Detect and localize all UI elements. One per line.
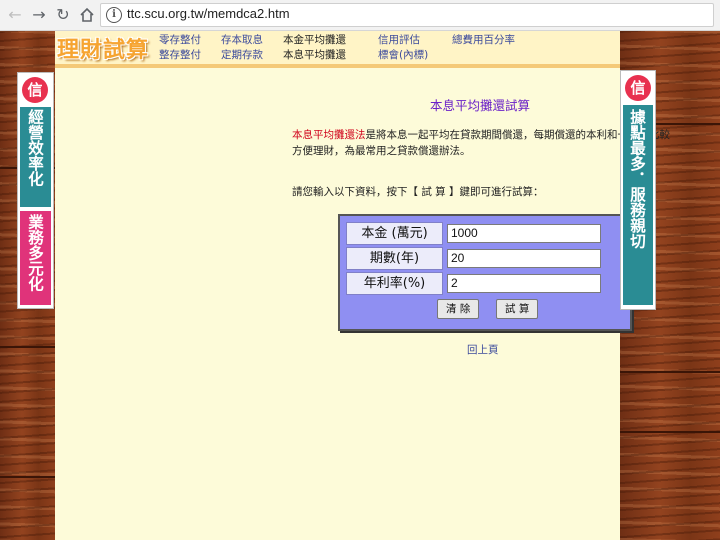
principal-label: 本金 (萬元) (346, 222, 443, 245)
site-logo[interactable]: 理財試算 (57, 32, 149, 64)
page-title: 本息平均攤還試算 (430, 98, 531, 113)
nav-link-6[interactable]: 整存整付 (159, 47, 201, 62)
nav-link-9[interactable]: 標會(內標) (378, 47, 428, 62)
right-banner: 信 據點最多．服務親切 (620, 70, 656, 310)
home-icon[interactable] (76, 4, 98, 26)
periods-input[interactable]: 20 (447, 249, 601, 268)
calculator-form: 本金 (萬元) 1000 期數(年) 20 年利率(%) 2 清 除 試 算 (338, 214, 632, 331)
forward-arrow-icon[interactable]: → (28, 4, 50, 26)
bank-logo-right-icon: 信 (625, 75, 651, 101)
bank-logo-icon: 信 (22, 77, 48, 103)
left-banner-bottom-band: 業務多元化 (20, 211, 51, 305)
nav-link-1[interactable]: 零存整付 (159, 32, 201, 47)
periods-label: 期數(年) (346, 247, 443, 270)
info-icon[interactable]: i (106, 7, 122, 23)
left-banner: 信 經營效率化 業務多元化 (17, 72, 54, 309)
nav-link-5[interactable]: 總費用百分率 (452, 32, 515, 47)
nav-link-2[interactable]: 存本取息 (221, 32, 263, 47)
nav-link-4[interactable]: 信用評估 (378, 32, 420, 47)
left-banner-top-text: 經營效率化 (26, 109, 45, 187)
reload-icon[interactable]: ↻ (52, 4, 74, 26)
rate-label: 年利率(%) (346, 272, 443, 295)
intro-paragraph: 本息平均攤還法是將本息一起平均在貸款期間償還，每期償還的本利和一樣，比較方便理財… (292, 127, 670, 159)
right-banner-text: 據點最多．服務親切 (628, 109, 647, 249)
back-arrow-icon[interactable]: ← (4, 4, 26, 26)
left-banner-bottom-text: 業務多元化 (26, 214, 45, 292)
url-text: ttc.scu.org.tw/memdca2.htm (127, 6, 290, 21)
clear-button[interactable]: 清 除 (437, 299, 480, 319)
principal-input[interactable]: 1000 (447, 224, 601, 243)
intro-highlight: 本息平均攤還法 (292, 129, 366, 141)
address-bar[interactable]: i ttc.scu.org.tw/memdca2.htm (100, 3, 714, 27)
back-link[interactable]: 回上頁 (467, 342, 499, 357)
nav-link-7[interactable]: 定期存款 (221, 47, 263, 62)
top-navigation: 理財試算 零存整付 存本取息 本金平均攤還 信用評估 總費用百分率 整存整付 定… (55, 31, 620, 68)
right-banner-band: 據點最多．服務親切 (623, 105, 653, 305)
rate-input[interactable]: 2 (447, 274, 601, 293)
browser-toolbar: ← → ↻ i ttc.scu.org.tw/memdca2.htm (0, 0, 720, 31)
nav-link-8[interactable]: 本息平均攤還 (283, 47, 346, 62)
page-content: 理財試算 零存整付 存本取息 本金平均攤還 信用評估 總費用百分率 整存整付 定… (55, 31, 670, 540)
calculate-button[interactable]: 試 算 (496, 299, 539, 319)
left-banner-top-band: 經營效率化 (20, 107, 51, 207)
instruction-text: 請您輸入以下資料，按下【 試 算 】鍵即可進行試算： (292, 186, 544, 198)
nav-link-3[interactable]: 本金平均攤還 (283, 32, 346, 47)
